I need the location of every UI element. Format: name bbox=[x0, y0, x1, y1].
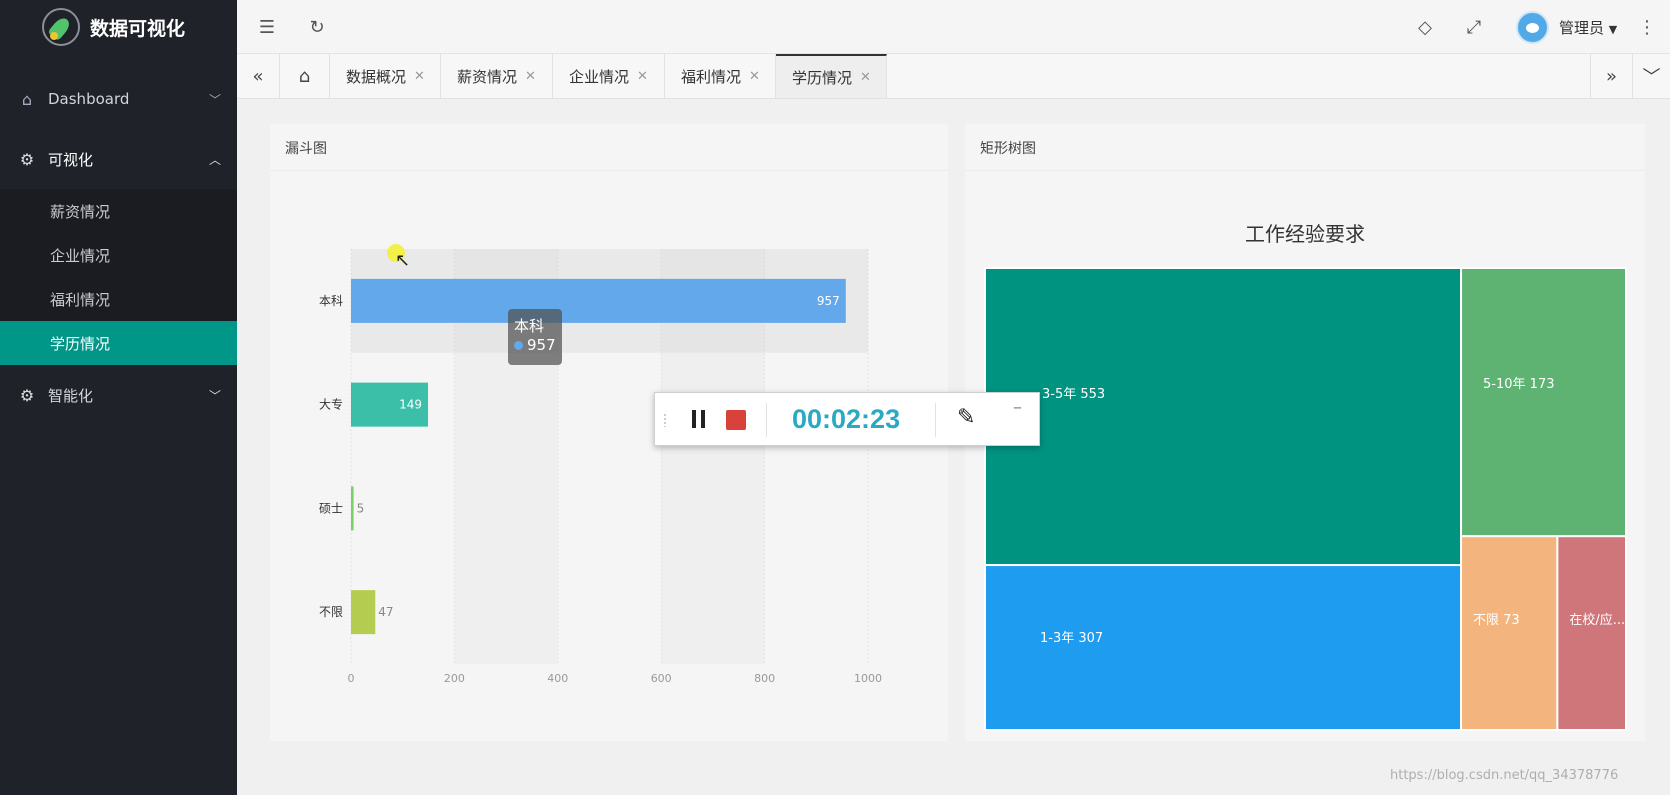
tab-overview[interactable]: 数据概况 ✕ bbox=[330, 54, 441, 98]
sidebar-item-label: 可视化 bbox=[48, 150, 94, 169]
watermark: https://blog.csdn.net/qq_34378776 bbox=[1390, 768, 1619, 783]
sidebar-item-company[interactable]: 企业情况 bbox=[0, 233, 237, 277]
treemap-node-label: 5-10年 173 bbox=[1483, 377, 1554, 392]
treemap-node bbox=[1460, 535, 1559, 732]
series-dot-icon bbox=[514, 340, 523, 350]
tooltip-value: 957 bbox=[527, 336, 556, 354]
refresh-icon[interactable]: ↻ bbox=[302, 12, 332, 42]
tab-bar: « ⌂ 数据概况 ✕ 薪资情况 ✕ 企业情况 ✕ 福利情况 ✕ 学历情况 ✕ » ﹀ bbox=[237, 54, 1670, 99]
tab-label: 企业情况 bbox=[569, 67, 630, 86]
treemap-card: 矩形树图 工作经验要求 3-5年 553 1-3年 307 5-10年 173 不限 … bbox=[965, 124, 1645, 741]
submenu-visual: 薪资情况 企业情况 福利情况 学历情况 bbox=[0, 189, 237, 365]
bar bbox=[351, 486, 354, 531]
tab-label: 学历情况 bbox=[792, 68, 853, 87]
sidebar-item-label: 智能化 bbox=[48, 386, 94, 405]
bar-value-label: 957 bbox=[817, 294, 840, 308]
y-category-label: 本科 bbox=[319, 294, 343, 308]
tab-salary[interactable]: 薪资情况 ✕ bbox=[441, 54, 553, 98]
treemap-node-label: 在校/应... bbox=[1569, 612, 1625, 628]
sidebar-item-welfare[interactable]: 福利情况 bbox=[0, 277, 237, 321]
treemap-node bbox=[984, 564, 1463, 731]
x-tick-label: 0 bbox=[348, 672, 355, 685]
caret-down-icon: ▼ bbox=[1608, 23, 1618, 36]
chevron-up-icon: ︿ bbox=[208, 152, 221, 167]
minimize-icon[interactable]: – bbox=[1013, 397, 1022, 418]
tab-label: 数据概况 bbox=[346, 67, 407, 86]
sidebar-group-intelligent[interactable]: ⚙ 智能化 ﹀ bbox=[0, 365, 237, 425]
sidebar: 数据可视化 ⌂ Dashboard ﹀ ⚙ 可视化 ︿ 薪资情况 企业情况 福利… bbox=[0, 0, 237, 795]
x-tick-label: 1000 bbox=[854, 672, 882, 685]
tab-company[interactable]: 企业情况 ✕ bbox=[553, 54, 665, 98]
close-icon[interactable]: ✕ bbox=[860, 70, 871, 85]
gear-icon: ⚙ bbox=[19, 149, 35, 169]
recording-timer: 00:02:23 bbox=[792, 404, 901, 434]
pause-icon[interactable] bbox=[689, 408, 709, 430]
sidebar-item-salary[interactable]: 薪资情况 bbox=[0, 189, 237, 233]
x-tick-label: 800 bbox=[754, 672, 775, 685]
treemap-node bbox=[1460, 267, 1627, 538]
user-name: 管理员 bbox=[1559, 19, 1605, 37]
treemap-node bbox=[984, 267, 1463, 567]
close-icon[interactable]: ✕ bbox=[525, 69, 536, 84]
treemap-node-label: 1-3年 307 bbox=[1040, 631, 1103, 646]
tag-icon[interactable]: ◇ bbox=[1410, 12, 1440, 42]
user-menu[interactable]: 管理员 ▼ bbox=[1559, 17, 1617, 38]
bar-value-label: 47 bbox=[378, 605, 393, 619]
rocket-icon bbox=[42, 8, 80, 46]
tab-scroll-right-icon[interactable]: » bbox=[1590, 54, 1633, 98]
mouse-cursor-icon: ↖ bbox=[395, 250, 411, 271]
y-category-label: 不限 bbox=[319, 605, 343, 619]
treemap-node bbox=[1556, 535, 1627, 732]
close-icon[interactable]: ✕ bbox=[749, 69, 760, 84]
avatar[interactable] bbox=[1516, 11, 1549, 44]
bar-value-label: 5 bbox=[357, 501, 365, 515]
bar bbox=[351, 590, 376, 635]
tab-home-icon[interactable]: ⌂ bbox=[280, 54, 330, 98]
x-tick-label: 200 bbox=[444, 672, 465, 685]
tooltip-row: 957 bbox=[514, 336, 556, 354]
tab-menu-chevron-icon[interactable]: ﹀ bbox=[1633, 54, 1670, 98]
divider bbox=[766, 403, 767, 437]
x-tick-label: 400 bbox=[547, 672, 568, 685]
chart-tooltip: 本科 957 bbox=[508, 309, 562, 365]
pen-icon[interactable]: ✎ bbox=[957, 405, 975, 430]
tab-label: 薪资情况 bbox=[457, 67, 518, 86]
tab-education[interactable]: 学历情况 ✕ bbox=[776, 54, 887, 98]
chevron-down-icon: ﹀ bbox=[208, 388, 221, 403]
top-header: ☰ ↻ ◇ ⤢ 管理员 ▼ ⋮ bbox=[237, 0, 1670, 54]
fullscreen-icon[interactable]: ⤢ bbox=[1459, 12, 1489, 42]
x-tick-label: 600 bbox=[651, 672, 672, 685]
sidebar-item-label: Dashboard bbox=[48, 90, 130, 108]
drag-handle-icon[interactable] bbox=[663, 413, 667, 427]
sidebar-group-visual[interactable]: ⚙ 可视化 ︿ bbox=[0, 129, 237, 189]
logo-text: 数据可视化 bbox=[90, 17, 186, 40]
tab-welfare[interactable]: 福利情况 ✕ bbox=[665, 54, 776, 98]
logo[interactable]: 数据可视化 bbox=[0, 0, 237, 54]
treemap-chart: 3-5年 553 1-3年 307 5-10年 173 不限 73 在校/应... bbox=[984, 267, 1627, 732]
close-icon[interactable]: ✕ bbox=[637, 69, 648, 84]
bar-value-label: 149 bbox=[399, 398, 422, 412]
treemap-node-label: 不限 73 bbox=[1473, 613, 1520, 628]
tooltip-name: 本科 bbox=[514, 317, 545, 335]
tab-scroll-left-icon[interactable]: « bbox=[237, 54, 280, 98]
gear-icon: ⚙ bbox=[19, 385, 35, 405]
y-category-label: 大专 bbox=[319, 397, 343, 412]
chevron-down-icon: ﹀ bbox=[208, 92, 221, 107]
menu-collapse-icon[interactable]: ☰ bbox=[252, 12, 282, 42]
stop-icon[interactable] bbox=[726, 410, 746, 430]
tab-label: 福利情况 bbox=[681, 67, 742, 86]
home-icon: ⌂ bbox=[21, 89, 33, 109]
y-category-label: 硕士 bbox=[319, 501, 343, 515]
sidebar-item-dashboard[interactable]: ⌂ Dashboard ﹀ bbox=[0, 69, 237, 129]
screen-recorder-toolbar: 00:02:23 ✎ – bbox=[654, 392, 1040, 446]
close-icon[interactable]: ✕ bbox=[414, 69, 425, 84]
treemap-node-label: 3-5年 553 bbox=[1042, 387, 1105, 402]
divider bbox=[935, 403, 936, 437]
bar bbox=[351, 278, 846, 323]
more-vertical-icon[interactable]: ⋮ bbox=[1632, 12, 1662, 42]
sidebar-item-education[interactable]: 学历情况 bbox=[0, 321, 237, 365]
